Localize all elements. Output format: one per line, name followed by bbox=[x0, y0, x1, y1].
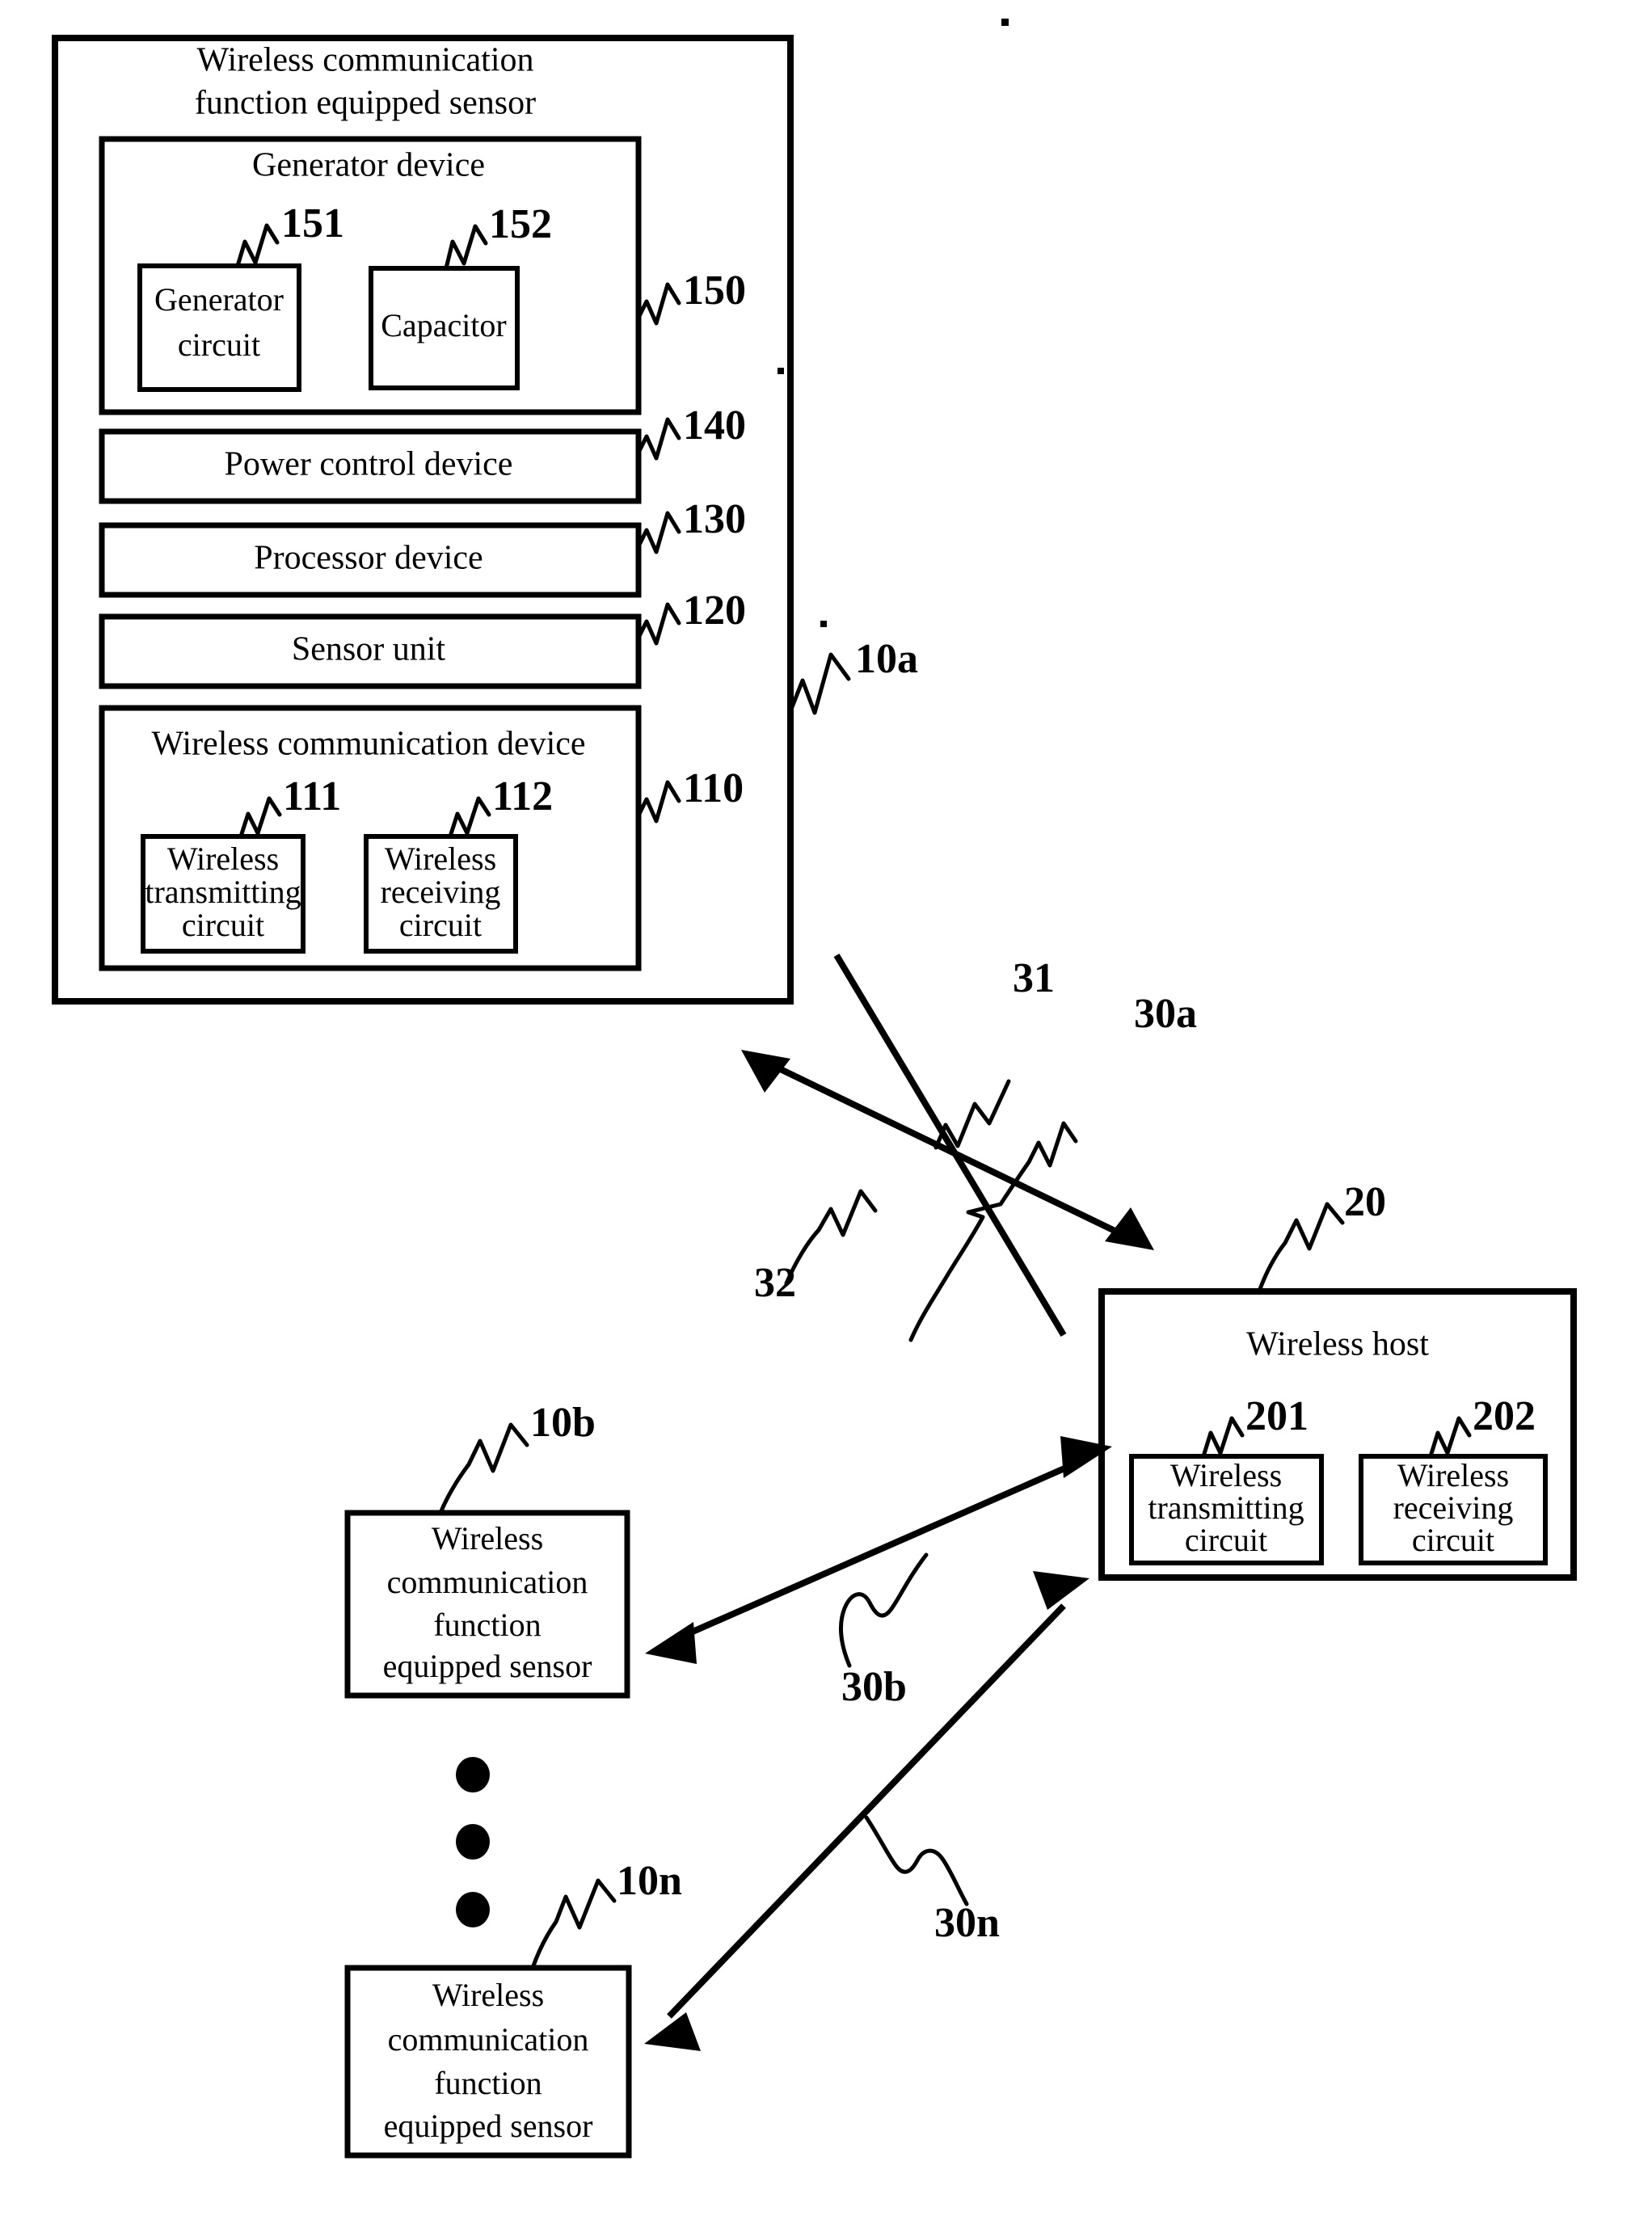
leader-10n bbox=[530, 1878, 617, 1970]
host-transmitting-circuit-line2: transmitting bbox=[1148, 1489, 1304, 1526]
sensor-b-line2: communication bbox=[387, 1564, 588, 1600]
ref-20: 20 bbox=[1344, 1179, 1386, 1225]
generator-device-label: Generator device bbox=[252, 147, 485, 184]
patent-figure: Wireless communication function equipped… bbox=[0, 0, 1652, 2220]
leader-10a bbox=[788, 652, 851, 715]
generator-circuit-label-line1: Generator bbox=[154, 281, 284, 318]
generator-circuit-label-line2: circuit bbox=[178, 326, 260, 363]
sensor-n-line1: Wireless bbox=[432, 1977, 544, 2013]
sensor-n-group: Wireless communication function equipped… bbox=[344, 1858, 682, 2159]
line-31-group: 31 bbox=[833, 953, 1067, 1337]
link-30a-shaft bbox=[762, 1058, 1133, 1242]
host-label: Wireless host bbox=[1246, 1326, 1429, 1363]
leader-10b bbox=[438, 1422, 529, 1515]
sensor-main-title-line1: Wireless communication bbox=[196, 42, 533, 79]
ref-202: 202 bbox=[1473, 1393, 1536, 1439]
figure-canvas: Wireless communication function equipped… bbox=[52, 19, 1577, 2159]
ref-150: 150 bbox=[683, 267, 746, 314]
ref-120: 120 bbox=[683, 588, 746, 634]
leader-30b bbox=[839, 1552, 929, 1668]
ref-31: 31 bbox=[1013, 955, 1055, 1001]
ref-30n: 30n bbox=[934, 1900, 1000, 1946]
sensor-n-line4: equipped sensor bbox=[384, 2108, 593, 2144]
leader-30n bbox=[864, 1815, 969, 1906]
sensor-unit-label: Sensor unit bbox=[292, 631, 446, 668]
line-31-stroke bbox=[833, 953, 1067, 1337]
speck-1 bbox=[1001, 19, 1009, 26]
host-transmitting-circuit-line1: Wireless bbox=[1170, 1457, 1282, 1493]
capacitor-label-line1: Capacitor bbox=[381, 307, 507, 343]
ref-30b: 30b bbox=[841, 1664, 907, 1710]
ref-201: 201 bbox=[1245, 1393, 1309, 1439]
label-32-group: 32 bbox=[754, 1189, 878, 1306]
speck-4 bbox=[52, 630, 58, 636]
ellipsis-dots bbox=[456, 1757, 490, 1927]
sensor-main-title-line2: function equipped sensor bbox=[195, 85, 536, 122]
ref-112: 112 bbox=[492, 773, 553, 819]
host-group: Wireless host Wireless transmitting circ… bbox=[1098, 1179, 1577, 1581]
wireless-transmitting-circuit-line1: Wireless bbox=[167, 840, 279, 877]
wireless-communication-device-label: Wireless communication device bbox=[151, 726, 585, 763]
sensor-b-line4: equipped sensor bbox=[383, 1648, 592, 1684]
speck-3 bbox=[820, 621, 827, 627]
ref-152: 152 bbox=[489, 201, 552, 247]
ref-32: 32 bbox=[754, 1260, 796, 1306]
host-receiving-circuit-line2: receiving bbox=[1393, 1489, 1514, 1526]
ref-10n: 10n bbox=[617, 1858, 682, 1904]
sensor-b-group: Wireless communication function equipped… bbox=[344, 1400, 630, 1699]
speck-2 bbox=[778, 368, 784, 374]
ref-130: 130 bbox=[683, 496, 746, 542]
leader-30a bbox=[908, 1121, 1078, 1342]
sensor-n-line3: function bbox=[434, 2065, 542, 2101]
ellipsis-dot-1 bbox=[456, 1757, 490, 1792]
link-30n-group: 30n bbox=[644, 1571, 1089, 2051]
host-transmitting-circuit-line3: circuit bbox=[1185, 1522, 1267, 1558]
sensor-b-line1: Wireless bbox=[432, 1520, 543, 1557]
ref-111: 111 bbox=[283, 773, 341, 819]
leader-20 bbox=[1257, 1202, 1345, 1294]
ref-140: 140 bbox=[683, 402, 746, 449]
sensor-b-line3: function bbox=[433, 1607, 541, 1643]
sensor-main-group: Wireless communication function equipped… bbox=[52, 35, 918, 1005]
wireless-receiving-circuit-line1: Wireless bbox=[385, 840, 496, 877]
wireless-transmitting-circuit-line2: transmitting bbox=[145, 874, 301, 910]
link-30b-arrowhead-left bbox=[645, 1622, 697, 1664]
link-30a-group: 30a bbox=[741, 991, 1197, 1342]
wireless-receiving-circuit-line3: circuit bbox=[399, 907, 482, 943]
ref-10a: 10a bbox=[855, 636, 918, 682]
leader-32 bbox=[784, 1189, 878, 1286]
power-control-device-label: Power control device bbox=[225, 446, 513, 483]
ref-30a: 30a bbox=[1134, 991, 1197, 1037]
wireless-transmitting-circuit-line3: circuit bbox=[182, 907, 264, 943]
host-receiving-circuit-line3: circuit bbox=[1412, 1522, 1494, 1558]
wireless-receiving-circuit-line2: receiving bbox=[381, 874, 501, 910]
processor-device-label: Processor device bbox=[254, 540, 483, 577]
host-receiving-circuit-line1: Wireless bbox=[1397, 1457, 1509, 1493]
ref-110: 110 bbox=[683, 765, 744, 811]
sensor-n-line2: communication bbox=[388, 2021, 589, 2058]
ellipsis-dot-2 bbox=[456, 1824, 490, 1860]
ref-10b: 10b bbox=[530, 1400, 596, 1446]
ellipsis-dot-3 bbox=[456, 1892, 490, 1927]
link-30n-arrowhead-lower-left bbox=[644, 2012, 701, 2051]
ref-151: 151 bbox=[281, 200, 344, 246]
